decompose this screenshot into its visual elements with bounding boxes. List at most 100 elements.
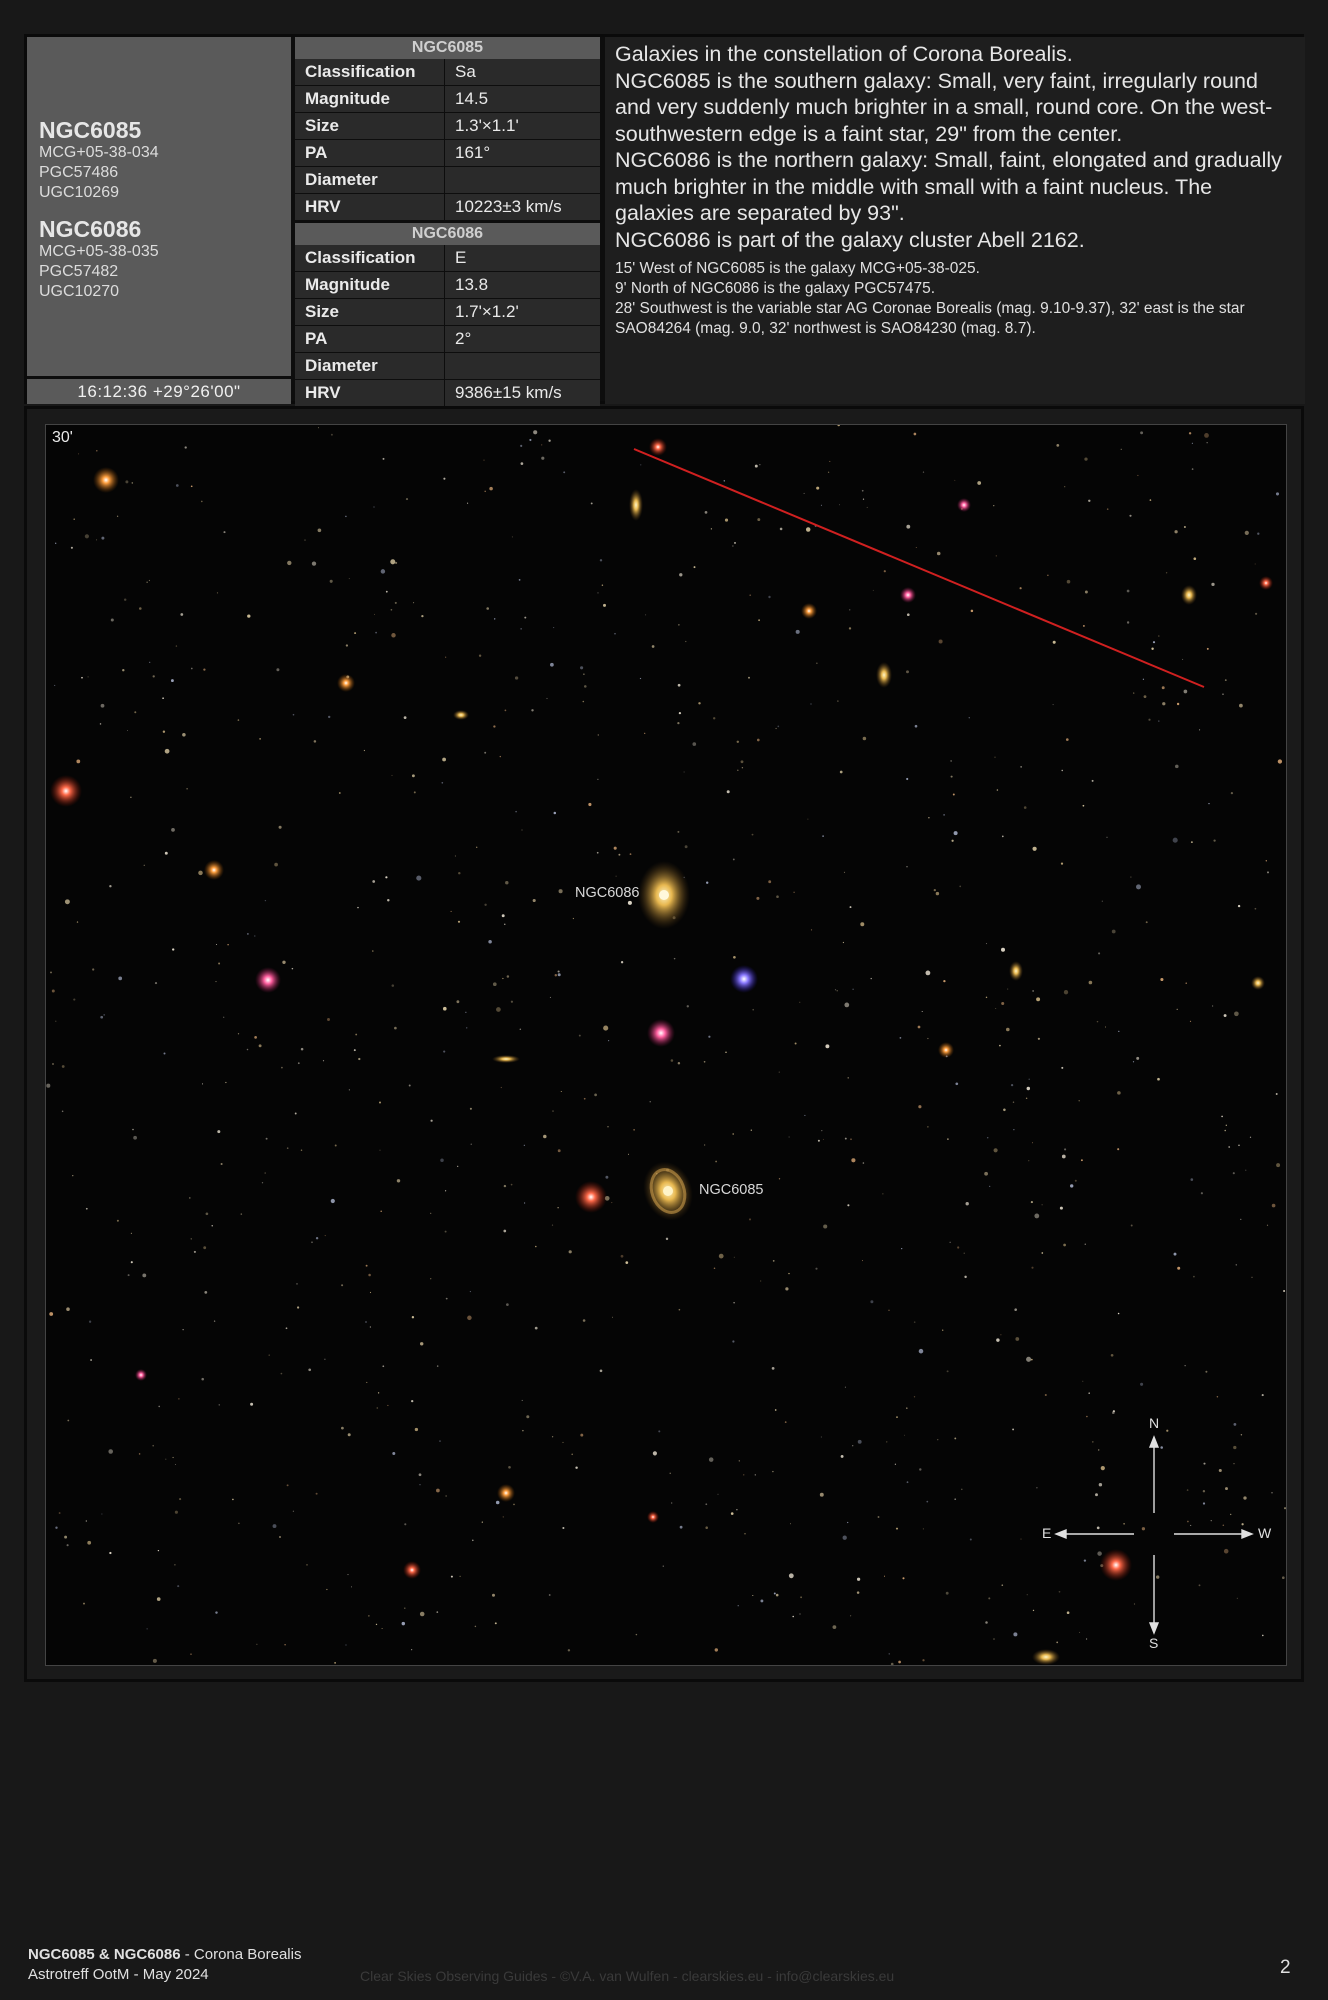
faint-star bbox=[515, 810, 517, 813]
faint-star bbox=[1126, 589, 1130, 593]
faint-star bbox=[580, 1433, 584, 1437]
faint-star bbox=[282, 960, 286, 964]
faint-star bbox=[1143, 695, 1147, 699]
faint-star bbox=[1086, 1638, 1088, 1640]
faint-star bbox=[444, 1230, 447, 1233]
faint-star bbox=[500, 1086, 502, 1089]
property-value: 1.7'×1.2' bbox=[445, 299, 600, 325]
faint-star bbox=[1095, 1493, 1098, 1497]
bright-star bbox=[337, 674, 355, 692]
faint-star bbox=[1015, 1337, 1020, 1341]
star-field-image: 30' NGC6086 NGC6085 N S E W bbox=[45, 424, 1287, 1666]
faint-star bbox=[324, 1358, 326, 1360]
faint-star bbox=[1222, 693, 1224, 695]
table-header: NGC6086 bbox=[295, 223, 600, 245]
faint-star bbox=[679, 573, 683, 577]
faint-star bbox=[1233, 1463, 1235, 1465]
faint-star bbox=[744, 1533, 746, 1535]
faint-star bbox=[1282, 1576, 1285, 1579]
faint-star bbox=[582, 1319, 586, 1322]
faint-star bbox=[345, 1644, 347, 1646]
faint-star bbox=[1084, 590, 1088, 594]
faint-star bbox=[985, 1621, 988, 1624]
faint-star bbox=[1063, 1243, 1066, 1247]
faint-star bbox=[1145, 921, 1148, 924]
faint-star bbox=[220, 1162, 223, 1166]
faint-star bbox=[943, 979, 946, 983]
faint-star bbox=[225, 1081, 227, 1084]
object-ngc6086-ids: NGC6086 MCG+05-38-035 PGC57482 UGC10270 bbox=[39, 216, 159, 302]
faint-star bbox=[1190, 1178, 1194, 1181]
description-note: 15' West of NGC6085 is the galaxy MCG+05… bbox=[615, 260, 980, 277]
faint-star bbox=[125, 480, 129, 484]
faint-star bbox=[799, 1001, 801, 1003]
faint-star bbox=[1091, 1441, 1094, 1443]
faint-star bbox=[1166, 1429, 1169, 1432]
faint-star bbox=[404, 1523, 407, 1526]
faint-star bbox=[1082, 1380, 1084, 1382]
faint-star bbox=[154, 982, 158, 985]
faint-star bbox=[238, 1522, 240, 1525]
faint-star bbox=[669, 1472, 671, 1475]
faint-star bbox=[501, 914, 505, 918]
bright-star bbox=[255, 967, 281, 993]
faint-star bbox=[678, 711, 682, 715]
faint-star bbox=[246, 1048, 249, 1051]
faint-star bbox=[1255, 612, 1258, 615]
faint-star bbox=[1101, 900, 1103, 902]
faint-star bbox=[404, 1607, 406, 1609]
faint-star bbox=[625, 1261, 629, 1264]
faint-star bbox=[1036, 997, 1041, 1002]
faint-star bbox=[523, 1144, 525, 1146]
faint-star bbox=[474, 1625, 477, 1628]
faint-star bbox=[915, 546, 917, 549]
faint-star bbox=[139, 607, 142, 610]
faint-star bbox=[315, 1492, 318, 1495]
faint-star bbox=[385, 590, 388, 593]
faint-star bbox=[1157, 1077, 1160, 1081]
faint-star bbox=[445, 1190, 447, 1192]
faint-star bbox=[678, 1308, 681, 1311]
faint-star bbox=[520, 462, 524, 465]
faint-star bbox=[652, 1451, 657, 1456]
faint-star bbox=[254, 935, 256, 937]
faint-star bbox=[193, 1250, 196, 1253]
faint-star bbox=[1041, 1204, 1043, 1206]
faint-star bbox=[165, 1458, 167, 1460]
faint-star bbox=[847, 1077, 849, 1079]
faint-star bbox=[596, 851, 599, 854]
faint-star bbox=[143, 864, 145, 866]
faint-star bbox=[793, 891, 795, 894]
faint-star bbox=[390, 559, 396, 565]
object-alias: UGC10270 bbox=[39, 283, 120, 300]
bright-star bbox=[204, 860, 224, 880]
faint-star bbox=[741, 767, 744, 769]
faint-star bbox=[1056, 1641, 1059, 1644]
faint-star bbox=[860, 922, 865, 927]
faint-star bbox=[469, 1291, 471, 1293]
faint-star bbox=[590, 502, 593, 505]
faint-star bbox=[324, 1235, 326, 1237]
faint-star bbox=[186, 787, 188, 790]
faint-star bbox=[733, 955, 736, 959]
faint-star bbox=[993, 1148, 998, 1153]
faint-star bbox=[943, 814, 945, 816]
faint-star bbox=[519, 1028, 522, 1030]
star-field-graphic bbox=[46, 425, 1286, 1665]
faint-star bbox=[1182, 658, 1184, 660]
faint-star bbox=[1014, 1308, 1018, 1312]
faint-star bbox=[1098, 952, 1101, 955]
faint-star bbox=[1118, 1030, 1120, 1033]
faint-star bbox=[599, 1369, 603, 1373]
faint-star bbox=[849, 609, 851, 611]
faint-star bbox=[526, 1415, 530, 1419]
property-key: HRV bbox=[295, 194, 445, 220]
faint-star bbox=[1133, 1603, 1136, 1605]
bright-star bbox=[647, 1511, 659, 1523]
faint-star bbox=[730, 1512, 734, 1515]
faint-star bbox=[450, 910, 452, 912]
faint-star bbox=[355, 1033, 358, 1036]
faint-star bbox=[778, 1178, 781, 1180]
faint-star bbox=[1140, 431, 1144, 435]
faint-star bbox=[467, 1315, 472, 1321]
